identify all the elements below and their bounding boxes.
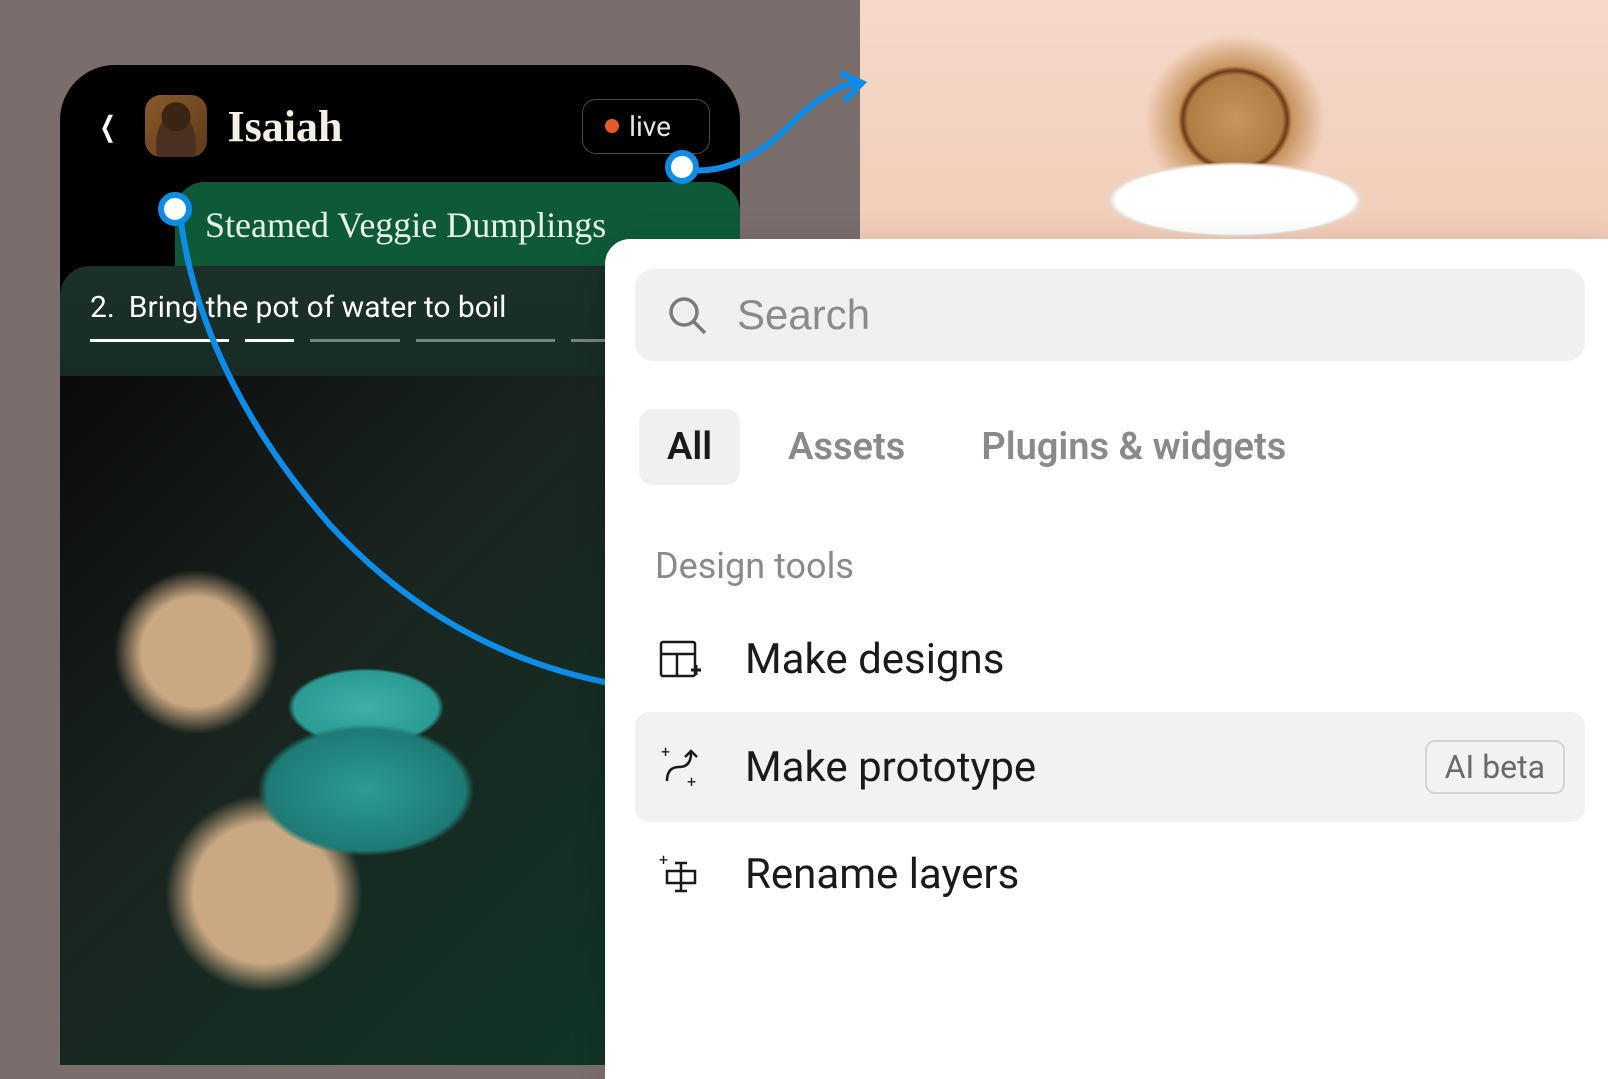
tool-label: Make prototype: [745, 743, 1383, 792]
search-icon: [665, 293, 709, 337]
tool-rename-layers[interactable]: + Rename layers: [635, 822, 1585, 927]
phone-header: ❮ Isaiah live: [60, 65, 740, 182]
tool-label: Make designs: [745, 635, 1565, 684]
search-input[interactable]: [737, 291, 1555, 339]
prototype-node-live[interactable]: [665, 150, 699, 184]
make-prototype-icon: ++: [655, 743, 703, 791]
tab-all[interactable]: All: [639, 409, 740, 485]
svg-text:+: +: [687, 772, 696, 791]
make-designs-icon: [655, 636, 703, 684]
prototype-node-avatar[interactable]: [158, 192, 192, 226]
tab-plugins-widgets[interactable]: Plugins & widgets: [953, 409, 1314, 485]
prototype-arrow-to-frame: [680, 55, 880, 185]
svg-text:+: +: [659, 851, 668, 869]
tool-make-designs[interactable]: Make designs: [635, 607, 1585, 712]
user-name: Isaiah: [227, 101, 562, 152]
step-number: 2.: [90, 290, 115, 325]
prototype-arrow-avatar: [160, 195, 660, 695]
tool-label: Rename layers: [745, 850, 1565, 899]
tab-assets[interactable]: Assets: [760, 409, 933, 485]
svg-text:+: +: [661, 743, 670, 761]
rename-layers-icon: +: [655, 851, 703, 899]
back-icon[interactable]: ❮: [95, 104, 120, 149]
linked-frame-preview[interactable]: [860, 0, 1608, 245]
section-label-design-tools: Design tools: [635, 545, 1585, 587]
live-dot-icon: [605, 119, 619, 133]
ai-beta-badge: AI beta: [1425, 740, 1565, 794]
tool-make-prototype[interactable]: ++ Make prototype AI beta: [635, 712, 1585, 822]
search-bar[interactable]: [635, 269, 1585, 361]
tabs: All Assets Plugins & widgets: [635, 409, 1585, 485]
actions-panel: All Assets Plugins & widgets Design tool…: [605, 239, 1608, 1079]
avatar[interactable]: [145, 95, 207, 157]
tool-list: Make designs ++ Make prototype AI beta +…: [635, 607, 1585, 927]
live-label: live: [629, 110, 671, 143]
